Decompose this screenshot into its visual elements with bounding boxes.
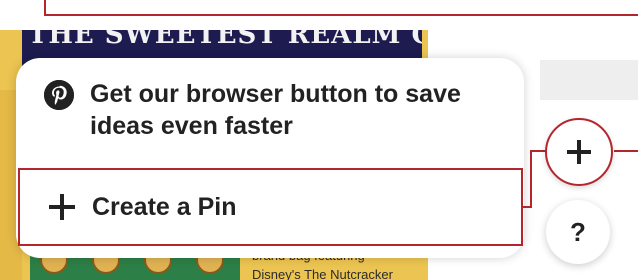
callout-frame-top	[44, 0, 638, 16]
screen: THE SWEETEST REALM OF GIFTING brand bag …	[0, 0, 638, 280]
plus-icon	[567, 140, 591, 164]
pin-banner-text: THE SWEETEST REALM OF GIFTING	[28, 30, 422, 50]
pin-caption-line-2: Disney's The Nutcracker	[252, 267, 393, 280]
callout-connector	[614, 150, 638, 152]
pinterest-logo-icon	[44, 80, 74, 110]
callout-connector	[523, 206, 532, 208]
create-pin-label: Create a Pin	[92, 193, 237, 221]
add-button[interactable]	[545, 118, 613, 186]
page-background-shade	[540, 60, 638, 100]
browser-button-label: Get our browser button to save ideas eve…	[90, 80, 461, 140]
plus-icon	[48, 193, 76, 221]
menu-item-create-pin[interactable]: Create a Pin	[20, 170, 521, 244]
callout-frame-create-pin: Create a Pin	[18, 168, 523, 246]
help-button[interactable]: ?	[546, 200, 610, 264]
callout-connector	[530, 150, 532, 208]
help-icon: ?	[570, 216, 586, 247]
callout-connector	[530, 150, 546, 152]
menu-item-browser-button[interactable]: Get our browser button to save ideas eve…	[16, 58, 524, 168]
